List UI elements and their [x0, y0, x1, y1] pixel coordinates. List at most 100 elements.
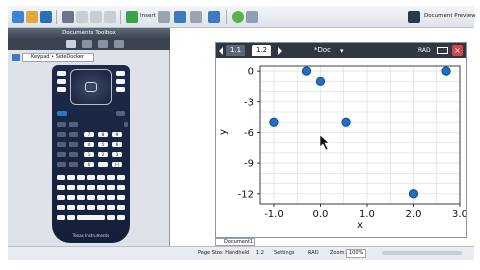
key-m[interactable]: [117, 185, 125, 190]
zoom-slider[interactable]: [382, 251, 462, 255]
insert-menu[interactable]: Insert: [140, 13, 156, 19]
space-key[interactable]: [77, 215, 105, 220]
new-document-icon[interactable]: [12, 11, 24, 23]
save-icon[interactable]: [40, 11, 52, 23]
key-k[interactable]: [97, 185, 105, 190]
key-w[interactable]: [77, 205, 85, 210]
key-p[interactable]: [77, 195, 85, 200]
key-question[interactable]: [57, 215, 65, 220]
key-r[interactable]: [97, 195, 105, 200]
key-1[interactable]: 1: [84, 152, 94, 157]
page-size-label[interactable]: Page Size: Handheld: [198, 250, 249, 256]
key-7[interactable]: 7: [84, 132, 94, 137]
key-8[interactable]: 8: [98, 132, 108, 137]
previous-page-icon[interactable]: [219, 47, 223, 55]
print-icon[interactable]: [62, 11, 74, 23]
key-c[interactable]: [87, 175, 95, 180]
ten-power-key[interactable]: [57, 162, 66, 167]
key-y[interactable]: [97, 205, 105, 210]
ctrl-key[interactable]: [57, 111, 67, 116]
data-point[interactable]: [315, 76, 326, 86]
handheld-view-icon[interactable]: [208, 11, 220, 23]
paste-icon[interactable]: [104, 11, 116, 23]
key-0[interactable]: 0: [84, 162, 94, 167]
scatter-plot[interactable]: -1.0 0.0 1.0 2.0 3.0 0 -3 -6 -9 -12 x y: [216, 58, 466, 238]
back-arrow-icon[interactable]: [232, 11, 244, 23]
return-key[interactable]: [117, 215, 125, 220]
key-i[interactable]: [77, 185, 85, 190]
settings-label[interactable]: Settings: [274, 250, 295, 256]
key-g[interactable]: [57, 185, 65, 190]
equals-key[interactable]: [57, 122, 66, 127]
key-v[interactable]: [67, 205, 75, 210]
document-name[interactable]: *Doc: [314, 46, 331, 54]
key-2[interactable]: 2: [98, 152, 108, 157]
data-point[interactable]: [441, 66, 451, 76]
page-tab-1-2[interactable]: 1.2: [252, 45, 272, 56]
data-point[interactable]: [341, 117, 351, 127]
settings-icon[interactable]: [190, 11, 202, 23]
open-paren-key[interactable]: [69, 152, 78, 157]
key-q[interactable]: [87, 195, 95, 200]
cut-icon[interactable]: [76, 11, 88, 23]
key-b[interactable]: [77, 175, 85, 180]
catalog-key[interactable]: [69, 142, 78, 147]
chevron-down-icon[interactable]: ▾: [340, 47, 344, 55]
layout-icon[interactable]: [158, 11, 170, 23]
data-point[interactable]: [301, 66, 312, 76]
key-comma[interactable]: [107, 215, 115, 220]
key-d[interactable]: [97, 175, 105, 180]
keypad-select[interactable]: Keypad • SideDocker: [22, 53, 94, 62]
key-x[interactable]: [87, 205, 95, 210]
insert-icon[interactable]: [126, 11, 138, 23]
square-key[interactable]: [57, 142, 66, 147]
document-tab[interactable]: Document1: [215, 238, 255, 246]
template-key[interactable]: [69, 132, 78, 137]
tab-key[interactable]: [57, 87, 66, 92]
key-5[interactable]: 5: [98, 142, 108, 147]
home-key[interactable]: [116, 71, 125, 76]
key-t[interactable]: [117, 195, 125, 200]
key-a[interactable]: [67, 175, 75, 180]
doc-key[interactable]: [116, 79, 125, 84]
data-point[interactable]: [269, 117, 279, 127]
key-e-e[interactable]: [57, 175, 65, 180]
document-preview-icon[interactable]: [408, 11, 420, 23]
touchpad[interactable]: [70, 69, 112, 105]
key-9[interactable]: 9: [112, 132, 122, 137]
power-key[interactable]: [57, 132, 66, 137]
key-j[interactable]: [87, 185, 95, 190]
key-h[interactable]: [67, 185, 75, 190]
shift-key[interactable]: [116, 111, 125, 116]
key-6[interactable]: 6: [112, 142, 122, 147]
copy-icon[interactable]: [90, 11, 102, 23]
keypad-tab-icon[interactable]: [66, 40, 76, 48]
multiply-key[interactable]: [124, 122, 128, 127]
page-tab-1-1[interactable]: 1.1: [226, 45, 246, 56]
scratchpad-key[interactable]: [57, 79, 66, 84]
data-point[interactable]: [408, 189, 419, 199]
content-explorer-tab-icon[interactable]: [114, 40, 124, 48]
key-o[interactable]: [67, 195, 75, 200]
key-s[interactable]: [107, 195, 115, 200]
page-sorter-tab-icon[interactable]: [98, 40, 108, 48]
screen-capture-icon[interactable]: [174, 11, 186, 23]
close-icon[interactable]: ×: [452, 45, 463, 56]
document-preview-label[interactable]: Document Preview: [424, 13, 476, 19]
key-f[interactable]: [117, 175, 125, 180]
key-u[interactable]: [57, 205, 65, 210]
menu-key[interactable]: [116, 87, 125, 92]
esc-key[interactable]: [57, 71, 66, 76]
touchpad-click-area[interactable]: [85, 82, 97, 92]
key-4[interactable]: 4: [84, 142, 94, 147]
exp-key[interactable]: [57, 152, 66, 157]
key-space-left[interactable]: [67, 215, 75, 220]
key-theta[interactable]: [117, 205, 125, 210]
next-page-icon[interactable]: [278, 47, 282, 55]
forward-icon[interactable]: [246, 11, 258, 23]
key-l[interactable]: [107, 185, 115, 190]
key-negative[interactable]: (-): [112, 162, 122, 167]
trig-key[interactable]: [69, 122, 78, 127]
zoom-select[interactable]: 100%: [346, 249, 367, 258]
key-n[interactable]: [57, 195, 65, 200]
